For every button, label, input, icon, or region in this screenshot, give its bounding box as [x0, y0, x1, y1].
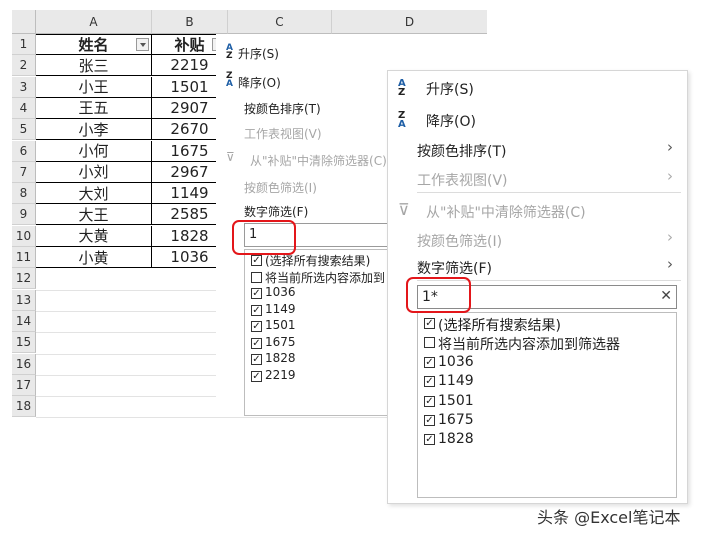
submenu-chevron-icon: ›: [667, 138, 673, 156]
checkbox-checked-icon[interactable]: ✓: [424, 415, 435, 426]
checkbox-checked-icon[interactable]: ✓: [251, 370, 262, 382]
menu-clear-filter: 从"补贴"中清除筛选器(C): [250, 154, 387, 168]
cell-name[interactable]: 小黄: [36, 247, 152, 268]
list-item[interactable]: 1675: [265, 335, 296, 349]
value-list: ✓ (选择所有搜索结果) 将当前所选内容添加到筛选器 ✓ 1036 ✓ 1149 ✓ 1501 ✓…: [417, 312, 677, 498]
row-header[interactable]: 7: [12, 161, 36, 183]
list-item[interactable]: (选择所有搜索结果): [438, 315, 561, 335]
row-header[interactable]: 5: [12, 119, 36, 141]
checkbox-checked-icon[interactable]: ✓: [424, 356, 435, 368]
header-amount-label: 补贴: [174, 36, 205, 54]
highlight-ring-small: [232, 220, 296, 255]
column-header-a[interactable]: A: [36, 10, 152, 34]
sort-asc-icon-large: AZ: [398, 78, 406, 98]
list-item[interactable]: 1036: [438, 354, 474, 370]
column-header-b[interactable]: B: [152, 10, 228, 34]
list-item[interactable]: 1828: [265, 351, 296, 365]
menu-sort-by-color[interactable]: 按颜色排序(T): [244, 100, 321, 117]
cell-name[interactable]: 小刘: [36, 161, 152, 183]
checkbox-checked-icon[interactable]: ✓: [424, 434, 435, 446]
row-header[interactable]: 6: [12, 140, 36, 162]
watermark: 头条 @Excel笔记本: [537, 508, 681, 527]
menu-clear-filter-large: 从"补贴"中清除筛选器(C): [426, 205, 586, 221]
cell-name[interactable]: 大黄: [36, 225, 152, 247]
row-header[interactable]: 18: [12, 396, 36, 418]
menu-sort-desc[interactable]: 降序(O): [238, 74, 281, 91]
row-header[interactable]: 15: [12, 332, 36, 354]
cell-name[interactable]: 小王: [36, 76, 152, 98]
highlight-ring-large: [406, 277, 471, 313]
menu-sheet-view-large: 工作表视图(V): [417, 173, 508, 189]
menu-filter-by-color-large: 按颜色筛选(I): [417, 234, 503, 250]
checkbox-checked-icon[interactable]: ✓: [424, 376, 435, 388]
sort-desc-icon: ZA: [226, 71, 233, 89]
list-item[interactable]: 1675: [438, 412, 474, 428]
checkbox-checked-icon[interactable]: ✓: [251, 321, 262, 332]
menu-number-filter[interactable]: 数字筛选(F): [244, 203, 308, 220]
list-item[interactable]: 1828: [438, 431, 474, 447]
checkbox-checked-icon[interactable]: ✓: [251, 354, 262, 365]
cell-name[interactable]: 小李: [36, 119, 152, 141]
list-item[interactable]: 将当前所选内容添加到: [265, 269, 385, 286]
list-item[interactable]: 1149: [265, 302, 296, 316]
list-item[interactable]: 1501: [265, 318, 296, 332]
row-header[interactable]: 13: [12, 289, 36, 311]
list-item[interactable]: 1036: [265, 285, 296, 299]
menu-filter-by-color: 按颜色筛选(I): [244, 181, 317, 195]
list-item[interactable]: 1149: [438, 373, 474, 389]
row-header[interactable]: 16: [12, 353, 36, 375]
checkbox-checked-icon[interactable]: ✓: [251, 337, 262, 349]
list-item[interactable]: 1501: [438, 393, 474, 409]
clear-filter-icon: ⊽: [226, 150, 235, 164]
column-header-d[interactable]: D: [332, 10, 487, 34]
header-name-label: 姓名: [78, 36, 109, 54]
row-header[interactable]: 2: [12, 55, 36, 77]
cell-name[interactable]: 小何: [36, 140, 152, 162]
row-header[interactable]: 14: [12, 310, 36, 332]
checkbox-checked-icon[interactable]: ✓: [251, 288, 262, 299]
clear-search-icon[interactable]: ✕: [660, 288, 672, 304]
row-header[interactable]: 3: [12, 76, 36, 98]
header-cell-name[interactable]: 姓名: [36, 34, 152, 55]
sort-desc-icon-large: ZA: [398, 110, 406, 130]
value-list-small: ✓ (选择所有搜索结果) 将当前所选内容添加到 ✓ 1036 ✓ 1149 ✓ 1501 ✓ 167…: [244, 249, 404, 416]
sort-asc-icon: AZ: [226, 43, 233, 61]
menu-sheet-view: 工作表视图(V): [244, 127, 322, 141]
row-header[interactable]: 12: [12, 268, 36, 290]
row-header[interactable]: 11: [12, 247, 36, 268]
menu-sort-asc[interactable]: 升序(S): [238, 45, 279, 62]
menu-sort-asc-large[interactable]: 升序(S): [426, 79, 474, 99]
checkbox-checked-icon[interactable]: ✓: [251, 304, 262, 316]
row-header[interactable]: 9: [12, 204, 36, 226]
cell-name[interactable]: 张三: [36, 55, 152, 77]
submenu-chevron-icon: ›: [667, 255, 673, 273]
checkbox-checked-icon[interactable]: ✓: [251, 255, 262, 266]
list-item[interactable]: 将当前所选内容添加到筛选器: [438, 334, 620, 354]
menu-sort-desc-large[interactable]: 降序(O): [426, 111, 476, 131]
row-header[interactable]: 4: [12, 97, 36, 119]
cell-name[interactable]: 王五: [36, 97, 152, 119]
submenu-chevron-icon: ›: [667, 228, 673, 246]
row-header[interactable]: 1: [12, 34, 36, 55]
row-header[interactable]: 8: [12, 183, 36, 205]
filter-dropdown-name-icon[interactable]: [136, 38, 149, 51]
clear-filter-icon-large: ⊽: [398, 200, 410, 219]
cell-name[interactable]: 大刘: [36, 183, 152, 205]
row-header[interactable]: 17: [12, 374, 36, 396]
checkbox-unchecked-icon[interactable]: [251, 271, 262, 283]
row-header[interactable]: 10: [12, 225, 36, 247]
menu-number-filter-large[interactable]: 数字筛选(F): [417, 258, 492, 278]
checkbox-unchecked-icon[interactable]: [424, 337, 435, 349]
submenu-chevron-icon: ›: [667, 167, 673, 185]
select-all-corner[interactable]: [12, 10, 36, 34]
menu-sort-by-color-large[interactable]: 按颜色排序(T): [417, 141, 506, 161]
column-header-c[interactable]: C: [228, 10, 332, 34]
menu-separator: [417, 192, 681, 193]
list-item[interactable]: 2219: [265, 368, 296, 382]
checkbox-checked-icon[interactable]: ✓: [424, 395, 435, 407]
cell-name[interactable]: 大王: [36, 204, 152, 226]
checkbox-checked-icon[interactable]: ✓: [424, 318, 435, 329]
